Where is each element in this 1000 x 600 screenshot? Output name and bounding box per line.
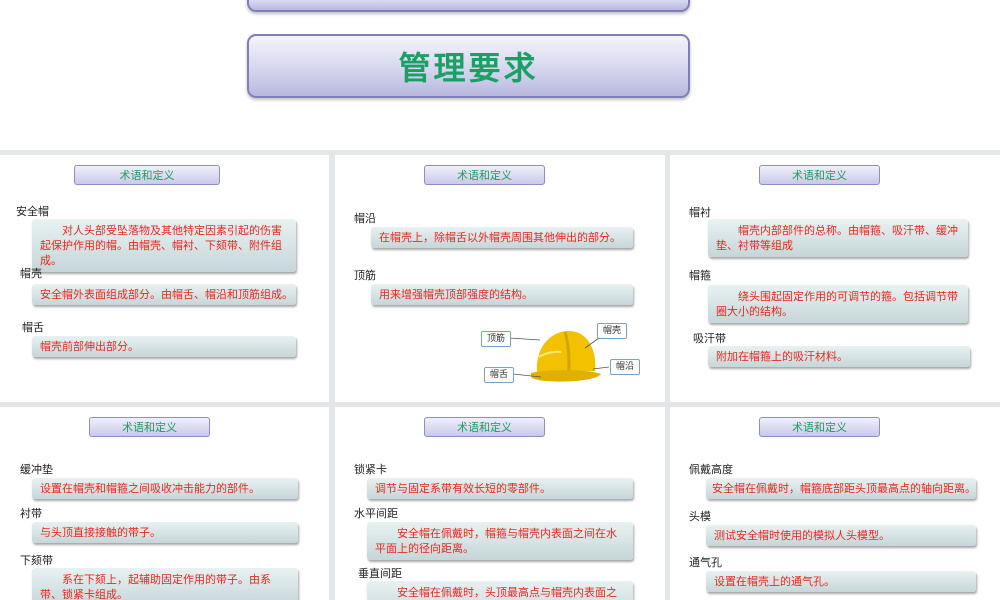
- panel-tab: 术语和定义: [759, 165, 880, 185]
- definition-box: 绕头围起固定作用的可调节的箍。包括调节带圈大小的结构。: [708, 285, 968, 323]
- definition-box: 帽壳内部部件的总称。由帽箍、吸汗带、缓冲垫、衬带等组成: [708, 219, 968, 257]
- panel-lining: 术语和定义 帽衬 帽壳内部部件的总称。由帽箍、吸汗带、缓冲垫、衬带等组成 帽箍 …: [670, 155, 1000, 402]
- definition-box: 测试安全帽时使用的模拟人头模型。: [706, 525, 976, 546]
- panel-tab: 术语和定义: [89, 417, 210, 437]
- title-box: 管理要求: [247, 34, 690, 98]
- term-label: 帽箍: [689, 269, 711, 282]
- panel-tab: 术语和定义: [424, 417, 545, 437]
- term-label: 佩戴高度: [689, 463, 733, 476]
- page-title: 管理要求: [398, 49, 539, 87]
- term-label: 垂直间距: [358, 567, 402, 580]
- definition-box: 与头顶直接接触的带子。: [32, 522, 298, 543]
- term-label: 下颏带: [20, 554, 53, 567]
- term-label: 帽壳: [20, 267, 42, 280]
- definition-box: 对人头部受坠落物及其他特定因素引起的伤害起保护作用的帽。由帽壳、帽衬、下颏带、附…: [32, 219, 296, 272]
- definition-box: 设置在帽壳上的通气孔。: [706, 571, 976, 592]
- panel-tab: 术语和定义: [759, 417, 880, 437]
- term-label: 水平间距: [354, 507, 398, 520]
- panel-safety-helmet: 术语和定义 安全帽 对人头部受坠落物及其他特定因素引起的伤害起保护作用的帽。由帽…: [0, 155, 329, 402]
- header-area: 管理要求: [0, 0, 1000, 150]
- callout-label: 顶筋: [481, 331, 512, 347]
- definition-box: 系在下颏上，起辅助固定作用的带子。由系带、锁紧卡组成。: [32, 568, 298, 600]
- callout-label: 帽沿: [610, 359, 641, 375]
- definition-box: 安全帽外表面组成部分。由帽舌、帽沿和顶筋组成。: [32, 284, 296, 305]
- term-label: 头模: [689, 510, 711, 523]
- panel-brim: 术语和定义 帽沿 在帽壳上，除帽舌以外帽壳周围其他伸出的部分。 顶筋 用来增强帽…: [335, 155, 665, 402]
- definition-box: 安全帽在佩戴时，头顶最高点与帽壳内表面之间的: [367, 581, 633, 600]
- definition-box: 帽壳前部伸出部分。: [32, 336, 296, 357]
- callout-label: 帽舌: [484, 367, 515, 383]
- definition-box: 安全帽在佩戴时，帽箍与帽壳内表面之间在水平面上的径向距离。: [367, 522, 633, 560]
- term-label: 衬带: [20, 507, 42, 520]
- term-label: 缓冲垫: [20, 463, 53, 476]
- term-label: 锁紧卡: [354, 463, 387, 476]
- term-label: 帽衬: [689, 206, 711, 219]
- definition-box: 设置在帽壳和帽箍之间吸收冲击能力的部件。: [32, 478, 298, 499]
- term-label: 帽舌: [22, 321, 44, 334]
- panel-cushion: 术语和定义 缓冲垫 设置在帽壳和帽箍之间吸收冲击能力的部件。 衬带 与头顶直接接…: [0, 407, 329, 600]
- term-label: 通气孔: [689, 556, 722, 569]
- term-label: 吸汗带: [693, 332, 726, 345]
- panel-tab: 术语和定义: [74, 165, 220, 185]
- panel-lock-clip: 术语和定义 锁紧卡 调节与固定系带有效长短的零部件。 水平间距 安全帽在佩戴时，…: [335, 407, 665, 600]
- term-label: 安全帽: [16, 205, 49, 218]
- previous-title-box: [247, 0, 690, 12]
- definition-box: 附加在帽箍上的吸汗材料。: [708, 346, 970, 367]
- definition-box: 调节与固定系带有效长短的零部件。: [367, 478, 633, 499]
- panel-wearing-height: 术语和定义 佩戴高度 安全帽在佩戴时，帽箍底部距头顶最高点的轴向距离。 头模 测…: [670, 407, 1000, 600]
- callout-label: 帽壳: [597, 323, 628, 339]
- definition-box: 安全帽在佩戴时，帽箍底部距头顶最高点的轴向距离。: [706, 478, 976, 499]
